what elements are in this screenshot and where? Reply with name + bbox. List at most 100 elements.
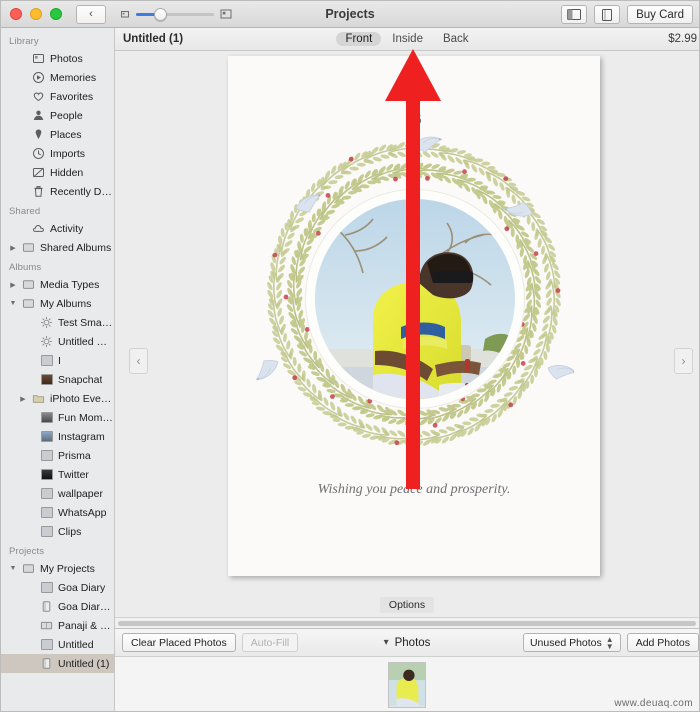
- heart-icon: [32, 90, 45, 103]
- bottom-right-group: Unused Photos ▲ ▼ Add Photos: [522, 633, 699, 652]
- project-title: Untitled (1): [123, 33, 184, 45]
- sidebar-item-label: Twitter: [58, 468, 89, 481]
- filmstrip-thumbnail[interactable]: [388, 661, 426, 708]
- options-button[interactable]: Options: [379, 597, 435, 613]
- cloud-icon: [32, 222, 45, 235]
- sidebar-item-instagram[interactable]: ▶Instagram: [1, 427, 114, 446]
- chevron-right-icon[interactable]: ▶: [9, 281, 17, 289]
- sidebar-item-places[interactable]: ▶Places: [1, 125, 114, 144]
- person-icon: [32, 109, 45, 122]
- chevron-down-icon[interactable]: ▼: [9, 300, 17, 307]
- slider-knob[interactable]: [154, 7, 167, 21]
- sidebar-item-whatsapp[interactable]: ▶WhatsApp: [1, 503, 114, 522]
- sidebar-item-label: Hidden: [50, 166, 84, 179]
- sidebar-item-i[interactable]: ▶I: [1, 351, 114, 370]
- sidebar-item-label: Clips: [58, 525, 82, 538]
- chevron-right-icon[interactable]: ▶: [19, 395, 27, 403]
- photos-label: Photos: [394, 636, 431, 649]
- sidebar-item-recently-delet[interactable]: ▶Recently Delet...: [1, 182, 114, 201]
- back-button[interactable]: ‹: [76, 4, 106, 24]
- sidebar-item-label: Untitled (1): [58, 657, 110, 670]
- sidebar-item-my-projects[interactable]: ▼ My Projects: [1, 559, 114, 578]
- album-thumb-twit-icon: [40, 468, 53, 481]
- sidebar-item-label: Activity: [50, 222, 84, 235]
- sidebar-item-label: Instagram: [58, 430, 105, 443]
- maximize-window-button[interactable]: [50, 8, 62, 20]
- horizontal-scrollbar[interactable]: [115, 617, 699, 628]
- folder-icon: [32, 392, 45, 405]
- sidebar-item-panaji-bar[interactable]: ▶Panaji & Bar...: [1, 616, 114, 635]
- sidebar-item-label: I: [58, 354, 61, 367]
- sidebar-item-people[interactable]: ▶People: [1, 106, 114, 125]
- sidebar-item-prisma[interactable]: ▶Prisma: [1, 446, 114, 465]
- sidebar-item-label: Fun Moments: [58, 411, 114, 424]
- next-page-button[interactable]: ›: [674, 348, 693, 374]
- card-view-button[interactable]: [594, 5, 621, 24]
- album-thumb-grey-icon: [40, 506, 53, 519]
- smart-album-icon: [40, 335, 53, 348]
- card-side-tabs[interactable]: Front Inside Back: [115, 32, 699, 46]
- hidden-icon: [32, 166, 45, 179]
- sidebar-item-imports[interactable]: ▶Imports: [1, 144, 114, 163]
- sidebar-item-favorites[interactable]: ▶Favorites: [1, 87, 114, 106]
- options-row: Options: [115, 593, 699, 617]
- card-photo[interactable]: [315, 199, 515, 399]
- minimize-window-button[interactable]: [30, 8, 42, 20]
- sidebar-item-label: Prisma: [58, 449, 91, 462]
- album-thumb-snap-icon: [40, 373, 53, 386]
- slider-track[interactable]: [136, 7, 214, 21]
- sidebar-item-label: wallpaper: [58, 487, 103, 500]
- sidebar-item-label: WhatsApp: [58, 506, 107, 519]
- close-window-button[interactable]: [10, 8, 22, 20]
- sidebar-item-test-smart[interactable]: ▶Test Smart...: [1, 313, 114, 332]
- sidebar-item-label: Memories: [50, 71, 97, 84]
- tab-inside[interactable]: Inside: [383, 32, 432, 46]
- memories-icon: [32, 71, 45, 84]
- chevron-down-icon[interactable]: ▼: [9, 565, 17, 572]
- add-photos-button[interactable]: Add Photos: [626, 633, 699, 652]
- sidebar-item-label: My Albums: [40, 297, 92, 310]
- sidebar-item-photos[interactable]: ▶Photos: [1, 49, 114, 68]
- sidebar[interactable]: Library▶Photos▶Memories▶Favorites▶People…: [1, 28, 115, 711]
- sidebar-item-my-albums[interactable]: ▼ My Albums: [1, 294, 114, 313]
- sidebar-item-hidden[interactable]: ▶Hidden: [1, 163, 114, 182]
- sidebar-item-clips[interactable]: ▶Clips: [1, 522, 114, 541]
- sidebar-item-goa-diary-1[interactable]: ▶Goa Diary (1): [1, 597, 114, 616]
- sidebar-item-memories[interactable]: ▶Memories: [1, 68, 114, 87]
- photos-app-window: ‹ Projects Buy Card Library Photos Memor…: [0, 0, 700, 712]
- tab-back[interactable]: Back: [434, 32, 478, 46]
- greeting-card-preview[interactable]: 16 Wishing you peace and prosperity.: [228, 56, 600, 576]
- auto-fill-button[interactable]: Auto-Fill: [241, 633, 299, 652]
- album-thumb-insta-icon: [40, 430, 53, 443]
- unused-photos-dropdown[interactable]: Unused Photos ▲ ▼: [522, 633, 621, 652]
- sidebar-toggle-button[interactable]: [561, 5, 588, 24]
- chevron-right-icon[interactable]: ▶: [9, 244, 17, 252]
- sidebar-item-untitled[interactable]: ▶Untitled: [1, 635, 114, 654]
- sidebar-item-label: Untitled: [58, 638, 94, 651]
- sidebar-item-goa-diary[interactable]: ▶Goa Diary: [1, 578, 114, 597]
- photo-artwork: [315, 199, 515, 399]
- sidebar-item-twitter[interactable]: ▶Twitter: [1, 465, 114, 484]
- sidebar-item-label: Photos: [50, 52, 83, 65]
- chevron-down-icon[interactable]: ▾: [384, 637, 389, 648]
- sidebar-item-snapchat[interactable]: ▶Snapchat: [1, 370, 114, 389]
- bottom-toolbar: Clear Placed Photos Auto-Fill ▾ Photos U…: [115, 628, 699, 656]
- album-thumb-grey-icon: [40, 449, 53, 462]
- smart-album-icon: [40, 316, 53, 329]
- scrollbar-thumb[interactable]: [118, 620, 696, 626]
- sidebar-item-activity[interactable]: ▶Activity: [1, 219, 114, 238]
- thumbnail-size-slider[interactable]: [120, 7, 232, 21]
- album-thumb-fun-icon: [40, 411, 53, 424]
- sidebar-item-wallpaper[interactable]: ▶wallpaper: [1, 484, 114, 503]
- sidebar-item-untitled-1[interactable]: ▶Untitled (1): [1, 654, 114, 673]
- previous-page-button[interactable]: ‹: [129, 348, 148, 374]
- clear-placed-photos-button[interactable]: Clear Placed Photos: [122, 633, 236, 652]
- tab-front[interactable]: Front: [336, 32, 382, 46]
- sidebar-item-fun-moments[interactable]: ▶Fun Moments: [1, 408, 114, 427]
- sidebar-item-label: Panaji & Bar...: [58, 619, 114, 632]
- sidebar-item-iphoto-events[interactable]: ▶ iPhoto Events: [1, 389, 114, 408]
- sidebar-item-media-types[interactable]: ▶ Media Types: [1, 275, 114, 294]
- sidebar-item-shared-albums[interactable]: ▶ Shared Albums: [1, 238, 114, 257]
- sidebar-item-untitled-sm[interactable]: ▶Untitled Sm...: [1, 332, 114, 351]
- buy-card-button[interactable]: Buy Card: [627, 5, 693, 24]
